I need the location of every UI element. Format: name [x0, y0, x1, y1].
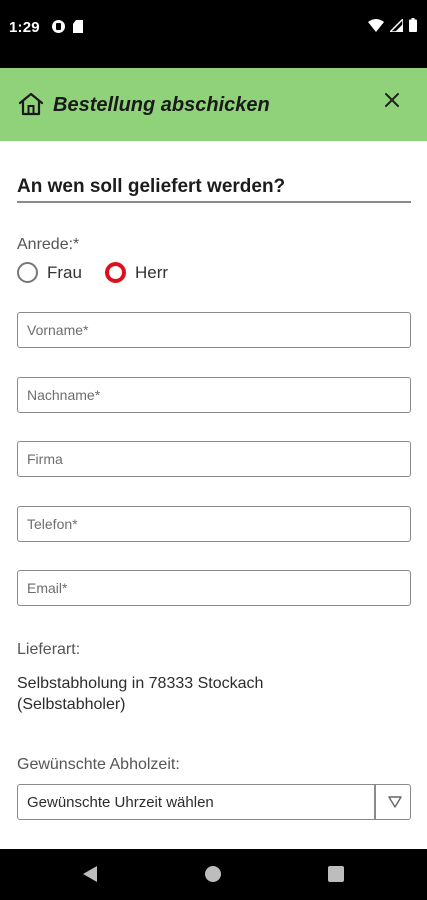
section-divider — [17, 201, 411, 203]
telefon-field-box — [17, 506, 411, 542]
nachname-field-box — [17, 377, 411, 413]
firma-field-box — [17, 441, 411, 477]
recents-icon[interactable] — [328, 866, 344, 882]
pickup-time-label: Gewünschte Abholzeit: — [17, 756, 180, 773]
signal-icon — [390, 18, 403, 32]
delivery-label: Lieferart: — [17, 641, 81, 658]
page-title: Bestellung abschicken — [53, 94, 270, 116]
radio-herr[interactable] — [104, 262, 126, 283]
select-divider — [374, 785, 376, 819]
home-icon[interactable] — [18, 91, 44, 117]
vorname-input[interactable] — [18, 313, 410, 347]
chevron-down-icon[interactable] — [388, 796, 402, 808]
status-bar: 1:29 — [0, 0, 427, 68]
telefon-input[interactable] — [18, 507, 410, 541]
firma-input[interactable] — [18, 442, 410, 476]
home-circle-icon[interactable] — [205, 866, 221, 882]
delivery-value-line2: (Selbstabholer) — [17, 696, 126, 713]
back-icon[interactable] — [82, 865, 98, 883]
pickup-time-select[interactable]: Gewünschte Uhrzeit wählen — [17, 784, 411, 820]
salutation-label: Anrede:* — [17, 236, 80, 253]
status-right-icons — [368, 18, 417, 32]
radio-frau[interactable] — [17, 262, 38, 283]
salutation-radio-group: Frau Herr — [17, 262, 168, 283]
wifi-icon — [368, 18, 384, 32]
section-title: An wen soll geliefert werden? — [17, 176, 286, 197]
delivery-value-line1: Selbstabholung in 78333 Stockach — [17, 675, 264, 692]
email-field-box — [17, 570, 411, 606]
notification-icon — [52, 20, 65, 33]
email-input[interactable] — [18, 571, 410, 605]
delivery-value: Selbstabholung in 78333 Stockach (Selbst… — [17, 673, 397, 715]
radio-herr-label[interactable]: Herr — [135, 263, 168, 283]
vorname-field-box — [17, 312, 411, 348]
battery-icon — [409, 18, 417, 32]
pickup-time-selected-value: Gewünschte Uhrzeit wählen — [27, 794, 214, 811]
close-icon[interactable] — [380, 88, 404, 112]
nachname-input[interactable] — [18, 378, 410, 412]
status-time: 1:29 — [9, 19, 40, 36]
radio-frau-label[interactable]: Frau — [47, 263, 82, 283]
sd-card-icon — [73, 20, 83, 33]
status-left-icons — [52, 20, 83, 33]
